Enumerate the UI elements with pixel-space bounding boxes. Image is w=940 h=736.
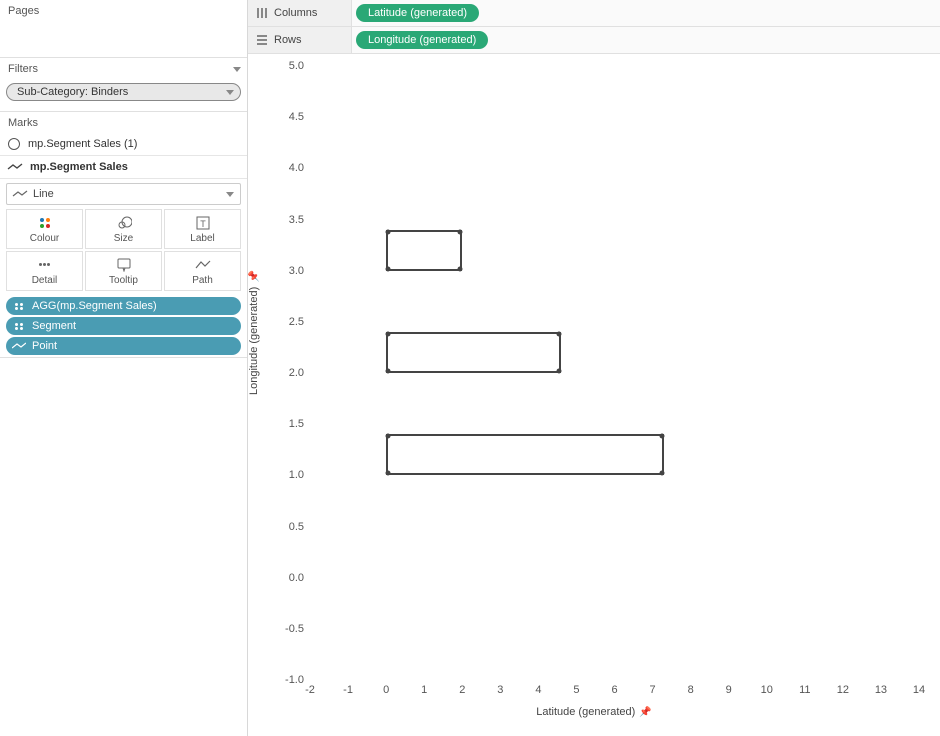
x-tick-label: 9 xyxy=(726,684,732,696)
x-axis-title[interactable]: Latitude (generated) 📌 xyxy=(536,706,652,718)
line-icon xyxy=(13,190,27,198)
rows-label: Rows xyxy=(274,34,302,46)
detail-icon xyxy=(12,303,26,310)
filters-shelf[interactable]: Filters Sub-Category: Binders xyxy=(0,58,247,112)
marks-detail-button[interactable]: Detail xyxy=(6,251,83,291)
pages-shelf[interactable]: Pages xyxy=(0,0,247,58)
x-tick-label: 12 xyxy=(837,684,849,696)
filters-label: Filters xyxy=(8,63,38,75)
x-tick-label: 11 xyxy=(799,684,810,696)
detail-icon xyxy=(12,323,26,330)
x-tick-label: -2 xyxy=(305,684,315,696)
y-tick-label: -0.5 xyxy=(278,623,304,635)
pin-icon: 📌 xyxy=(639,707,651,718)
field-pill-label: Segment xyxy=(32,320,76,332)
x-tick-label: 14 xyxy=(913,684,925,696)
rows-shelf[interactable]: Rows Longitude (generated) xyxy=(248,27,940,54)
marks-label: Marks xyxy=(8,117,38,129)
y-tick-label: 1.5 xyxy=(278,418,304,430)
columns-field-pill[interactable]: Latitude (generated) xyxy=(356,4,479,22)
chevron-down-icon[interactable] xyxy=(226,90,234,95)
y-axis-title[interactable]: Longitude (generated) 📌 xyxy=(248,270,260,395)
x-tick-label: 1 xyxy=(421,684,427,696)
x-tick-label: 5 xyxy=(573,684,579,696)
mark-cell-label: Tooltip xyxy=(109,275,138,286)
x-tick-label: 0 xyxy=(383,684,389,696)
mark-layer[interactable]: mp.Segment Sales xyxy=(0,156,247,179)
y-tick-label: 2.0 xyxy=(278,367,304,379)
x-tick-label: 8 xyxy=(688,684,694,696)
chart-canvas[interactable]: Longitude (generated) 📌 Latitude (genera… xyxy=(248,54,940,736)
mark-layer-label: mp.Segment Sales (1) xyxy=(28,138,137,150)
filter-pill-subcategory[interactable]: Sub-Category: Binders xyxy=(6,83,241,101)
rows-icon xyxy=(256,34,268,46)
x-tick-label: 2 xyxy=(459,684,465,696)
mark-cell-label: Detail xyxy=(32,275,58,286)
mark-type-label: Line xyxy=(33,188,54,200)
x-tick-label: 3 xyxy=(497,684,503,696)
line-icon xyxy=(8,163,22,171)
columns-icon xyxy=(256,7,268,19)
detail-icon xyxy=(39,263,50,266)
marks-label-button[interactable]: T Label xyxy=(164,209,241,249)
left-sidebar: Pages Filters Sub-Category: Binders Mark… xyxy=(0,0,248,736)
filter-pill-label: Sub-Category: Binders xyxy=(17,86,128,98)
svg-text:T: T xyxy=(200,219,206,229)
size-icon xyxy=(116,216,132,230)
mark-rectangle[interactable] xyxy=(386,434,664,475)
path-icon xyxy=(195,260,211,270)
y-tick-label: 3.5 xyxy=(278,214,304,226)
worksheet-area: Columns Latitude (generated) Rows Longit… xyxy=(248,0,940,736)
columns-label: Columns xyxy=(274,7,317,19)
mark-cell-label: Colour xyxy=(30,233,59,244)
x-tick-label: -1 xyxy=(343,684,353,696)
y-tick-label: 4.0 xyxy=(278,162,304,174)
y-tick-label: 0.5 xyxy=(278,521,304,533)
mark-type-dropdown[interactable]: Line xyxy=(6,183,241,205)
circle-icon xyxy=(8,138,20,150)
y-tick-label: 4.5 xyxy=(278,111,304,123)
pages-label: Pages xyxy=(8,5,39,17)
x-tick-label: 10 xyxy=(761,684,773,696)
mark-rectangle[interactable] xyxy=(386,230,462,271)
mark-layer[interactable]: mp.Segment Sales (1) xyxy=(0,133,247,156)
y-tick-label: 3.0 xyxy=(278,265,304,277)
mark-cell-label: Label xyxy=(190,233,214,244)
mark-cell-label: Path xyxy=(192,275,213,286)
mark-layer-label: mp.Segment Sales xyxy=(30,161,128,173)
x-tick-label: 7 xyxy=(650,684,656,696)
rows-field-pill[interactable]: Longitude (generated) xyxy=(356,31,488,49)
mark-rectangle[interactable] xyxy=(386,332,561,373)
chevron-down-icon xyxy=(226,192,234,197)
y-tick-label: 0.0 xyxy=(278,572,304,584)
label-icon: T xyxy=(196,216,210,230)
tooltip-icon xyxy=(117,258,131,272)
marks-tooltip-button[interactable]: Tooltip xyxy=(85,251,162,291)
x-tick-label: 4 xyxy=(535,684,541,696)
y-tick-label: 2.5 xyxy=(278,316,304,328)
mark-cell-label: Size xyxy=(114,233,133,244)
field-pill-point[interactable]: Point xyxy=(6,337,241,355)
x-tick-label: 13 xyxy=(875,684,887,696)
pin-icon: 📌 xyxy=(249,270,260,282)
y-tick-label: -1.0 xyxy=(278,674,304,686)
y-tick-label: 5.0 xyxy=(278,60,304,72)
x-tick-label: 6 xyxy=(611,684,617,696)
colour-icon xyxy=(40,218,50,228)
field-pill-label: AGG(mp.Segment Sales) xyxy=(32,300,157,312)
field-pill-segment[interactable]: Segment xyxy=(6,317,241,335)
plot-area xyxy=(310,66,920,680)
marks-card: Marks mp.Segment Sales (1) mp.Segment Sa… xyxy=(0,112,247,358)
y-tick-label: 1.0 xyxy=(278,469,304,481)
path-icon xyxy=(12,342,26,350)
marks-size-button[interactable]: Size xyxy=(85,209,162,249)
chevron-down-icon[interactable] xyxy=(233,67,241,72)
field-pill-agg[interactable]: AGG(mp.Segment Sales) xyxy=(6,297,241,315)
field-pill-label: Point xyxy=(32,340,57,352)
marks-colour-button[interactable]: Colour xyxy=(6,209,83,249)
columns-shelf[interactable]: Columns Latitude (generated) xyxy=(248,0,940,27)
marks-path-button[interactable]: Path xyxy=(164,251,241,291)
